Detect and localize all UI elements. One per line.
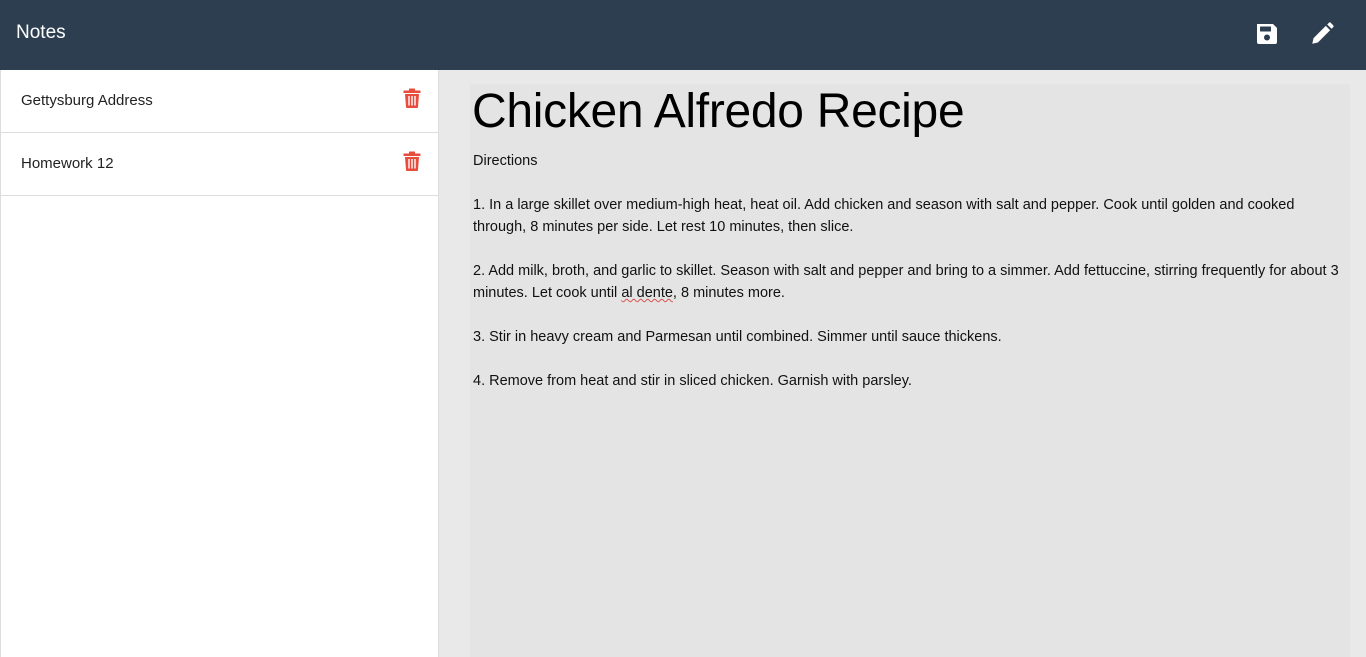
save-button[interactable] [1254,20,1280,48]
note-title-input[interactable]: Chicken Alfredo Recipe [472,84,965,139]
delete-note-button[interactable] [403,88,421,108]
trash-icon [403,88,421,108]
notes-sidebar: Gettysburg Address Homework 12 [0,70,439,657]
note-list-item[interactable]: Homework 12 [1,133,438,196]
note-title[interactable]: Gettysburg Address [21,92,153,109]
delete-note-button[interactable] [403,151,421,171]
spellcheck-flagged-word: al dente [621,285,673,301]
app-title[interactable]: Notes [16,22,66,44]
top-navbar: Notes [0,0,1366,70]
note-body-textarea[interactable]: Directions 1. In a large skillet over me… [473,150,1343,650]
edit-button[interactable] [1309,20,1335,48]
note-editor: Chicken Alfredo Recipe Directions 1. In … [470,84,1350,657]
floppy-disk-icon [1257,24,1277,44]
note-editor-area: Chicken Alfredo Recipe Directions 1. In … [440,70,1366,657]
note-title[interactable]: Homework 12 [21,155,114,172]
trash-icon [403,151,421,171]
pencil-icon [1312,22,1334,44]
note-body-text: Directions 1. In a large skillet over me… [473,153,1339,301]
note-list-item[interactable]: Gettysburg Address [1,70,438,133]
